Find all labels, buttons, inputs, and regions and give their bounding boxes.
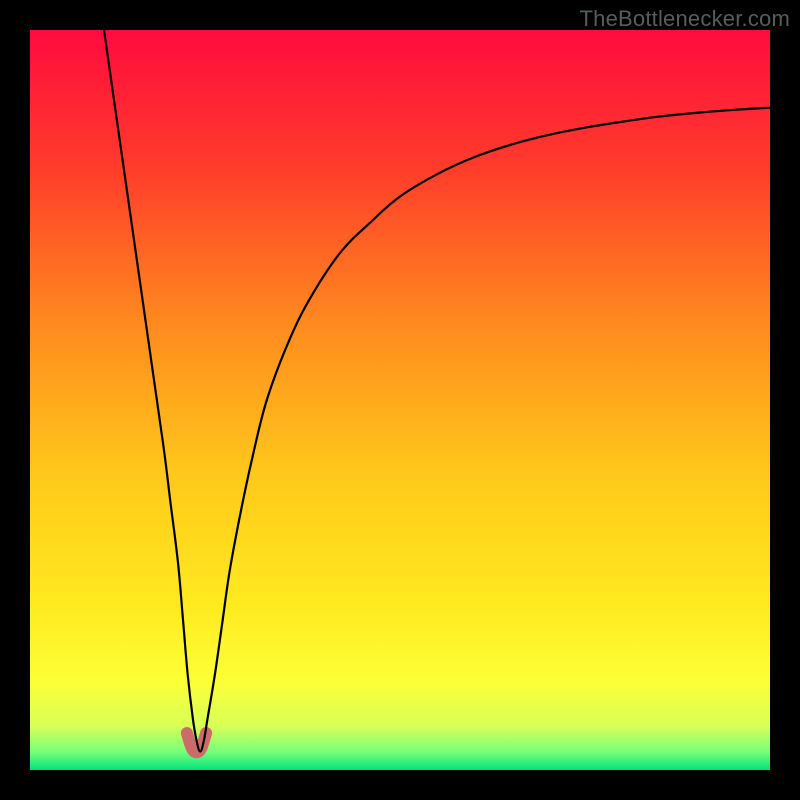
bottleneck-curve xyxy=(104,30,770,752)
watermark-text: TheBottlenecker.com xyxy=(580,6,790,32)
chart-frame: TheBottlenecker.com xyxy=(0,0,800,800)
plot-area xyxy=(30,30,770,770)
curve-layer xyxy=(30,30,770,770)
